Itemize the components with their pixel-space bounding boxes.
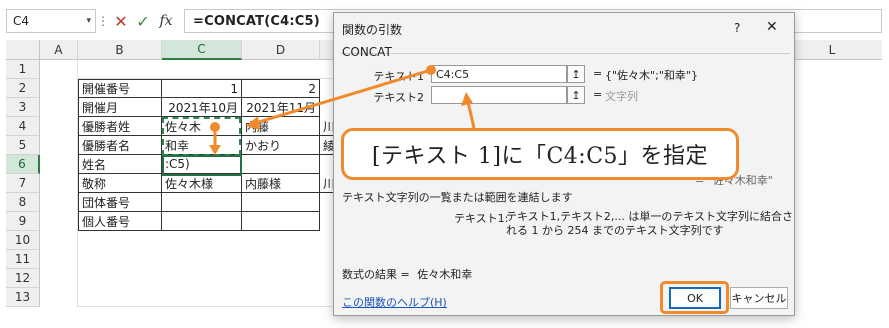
cell-d6[interactable]: [242, 155, 320, 174]
function-help-link[interactable]: この関数のヘルプ(H): [342, 294, 447, 310]
cell-e7[interactable]: 川: [320, 174, 334, 193]
arg2-collapse-icon[interactable]: ↥: [567, 86, 585, 104]
more-icon: ⋮: [97, 14, 109, 28]
cell-b6[interactable]: 姓名: [78, 155, 162, 174]
arg-description-label: テキスト1:: [454, 212, 509, 225]
select-all-corner[interactable]: [6, 40, 40, 60]
col-header-c[interactable]: C: [162, 40, 242, 60]
row-1-cells[interactable]: [78, 60, 334, 79]
instruction-callout: [テキスト 1]に「C4:C5」を指定: [341, 128, 739, 180]
cell-c5[interactable]: 和幸: [162, 136, 242, 155]
arg2-label: テキスト2: [373, 91, 424, 104]
ok-button-highlight: [660, 281, 729, 314]
arg1-equals: =: [593, 67, 603, 80]
insert-function-icon[interactable]: fx: [154, 9, 178, 33]
cell-d3[interactable]: 2021年11月: [242, 98, 320, 117]
cell-c3[interactable]: 2021年10月: [162, 98, 242, 117]
arg1-label: テキスト1: [373, 70, 424, 83]
column-a-cells[interactable]: [40, 60, 78, 307]
row-header-5[interactable]: 5: [6, 136, 40, 155]
cancel-icon[interactable]: ✕: [110, 9, 132, 33]
cell-e5[interactable]: 綾: [320, 136, 334, 155]
row-header-4[interactable]: 4: [6, 117, 40, 136]
cell-b7[interactable]: 敬称: [78, 174, 162, 193]
field-dot: [426, 65, 436, 75]
row-header-2[interactable]: 2: [6, 79, 40, 98]
name-box[interactable]: C4 ▾: [6, 9, 96, 33]
cell-c4[interactable]: 佐々木: [162, 117, 242, 136]
row-header-12[interactable]: 12: [6, 269, 40, 288]
arg1-collapse-icon[interactable]: ↥: [567, 65, 585, 83]
col-header-e[interactable]: [320, 40, 334, 60]
range-start-dot: [210, 122, 220, 132]
help-icon[interactable]: ?: [734, 21, 740, 35]
row-header-8[interactable]: 8: [6, 193, 40, 212]
cell-b3[interactable]: 開催月: [78, 98, 162, 117]
chevron-down-icon[interactable]: ▾: [86, 16, 91, 26]
formula-result-label: 数式の結果 =: [342, 268, 410, 281]
cell-c2[interactable]: 1: [162, 79, 242, 98]
cell-c6[interactable]: :C5): [162, 155, 242, 174]
cell-d2[interactable]: 2: [242, 79, 320, 98]
cell-b8[interactable]: 団体番号: [78, 193, 162, 212]
cell-c8[interactable]: [162, 193, 242, 212]
arg1-result: {"佐々木";"和幸"}: [605, 69, 698, 82]
col-header-b[interactable]: B: [78, 40, 162, 60]
row-header-1[interactable]: 1: [6, 60, 40, 79]
cell-b9[interactable]: 個人番号: [78, 212, 162, 231]
cell-e4[interactable]: 川: [320, 117, 334, 136]
dialog-title: 関数の引数: [342, 23, 403, 37]
arg1-input[interactable]: C4:C5: [431, 65, 567, 83]
col-header-a[interactable]: A: [40, 40, 78, 60]
cell-b4[interactable]: 優勝者姓: [78, 117, 162, 136]
arg2-input[interactable]: [431, 86, 567, 104]
row-header-9[interactable]: 9: [6, 212, 40, 231]
cell-c9[interactable]: [162, 212, 242, 231]
cell-b5[interactable]: 優勝者名: [78, 136, 162, 155]
row-header-3[interactable]: 3: [6, 98, 40, 117]
cancel-button[interactable]: キャンセル: [730, 287, 788, 309]
cell-d4[interactable]: 内藤: [242, 117, 320, 136]
col-header-l[interactable]: L: [812, 40, 852, 60]
formula-result: 数式の結果 = 佐々木和幸: [342, 266, 472, 282]
cell-d7[interactable]: 内藤様: [242, 174, 320, 193]
row-header-10[interactable]: 10: [6, 231, 40, 250]
row-header-11[interactable]: 11: [6, 250, 40, 269]
close-icon[interactable]: ✕: [766, 19, 778, 35]
row-header-13[interactable]: 13: [6, 288, 40, 307]
cell-d8[interactable]: [242, 193, 320, 212]
cell-c7[interactable]: 佐々木様: [162, 174, 242, 193]
row-header-7[interactable]: 7: [6, 174, 40, 193]
enter-icon[interactable]: ✓: [132, 9, 154, 33]
function-description: テキスト文字列の一覧または範囲を連結します: [342, 191, 573, 204]
arg2-equals: =: [593, 88, 603, 101]
empty-rows-cells[interactable]: [78, 231, 334, 307]
cell-b2[interactable]: 開催番号: [78, 79, 162, 98]
function-name: CONCAT: [342, 45, 392, 59]
cell-d5[interactable]: かおり: [242, 136, 320, 155]
cell-d9[interactable]: [242, 212, 320, 231]
formula-result-value: 佐々木和幸: [417, 268, 473, 281]
name-box-value: C4: [13, 14, 30, 28]
col-header-d[interactable]: D: [242, 40, 320, 60]
arg2-result: 文字列: [605, 90, 638, 103]
row-header-6[interactable]: 6: [6, 155, 40, 174]
arg-description-text: テキスト1,テキスト2,... は単一のテキスト文字列に結合される 1 から 2…: [506, 210, 793, 237]
